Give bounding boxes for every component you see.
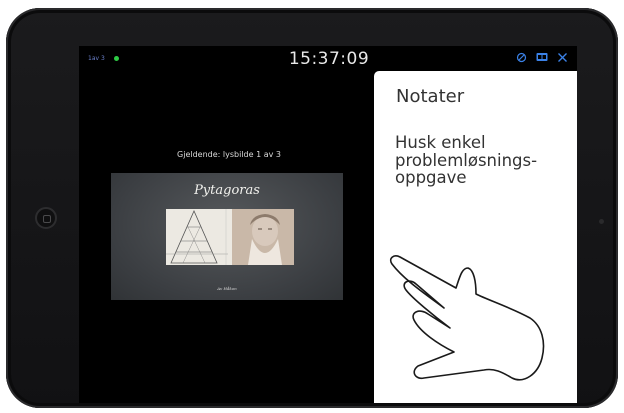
notes-panel[interactable]: Notater Husk enkel problemløsnings- oppg…: [374, 71, 577, 403]
slide-title: Pytagoras: [194, 183, 260, 198]
front-camera: [599, 219, 604, 224]
live-indicator: [114, 56, 119, 61]
tablet-frame: 1av 3 15:37:09 Gjeldende: lysbilde 1 av …: [6, 8, 618, 408]
presenter-status-bar: 1av 3 15:37:09: [79, 46, 577, 71]
slide-illustration: [166, 209, 294, 265]
slide-author: Av Håkon: [217, 286, 237, 291]
notes-text[interactable]: Husk enkel problemløsnings- oppgave: [395, 134, 575, 187]
close-icon[interactable]: [557, 52, 568, 66]
home-button[interactable]: [35, 207, 57, 229]
current-slide-preview[interactable]: Pytagoras Av Håkon: [111, 173, 343, 300]
presenter-screen: 1av 3 15:37:09 Gjeldende: lysbilde 1 av …: [79, 46, 577, 403]
current-slide-label: Gjeldende: lysbilde 1 av 3: [177, 150, 281, 159]
presentation-clock: 15:37:09: [288, 49, 370, 69]
slide-counter: 1av 3: [88, 55, 105, 62]
notes-title: Notater: [396, 86, 465, 107]
pen-off-icon[interactable]: [516, 52, 527, 66]
swipe-hand-icon: [384, 246, 574, 396]
layout-toggle-icon[interactable]: [536, 52, 548, 65]
